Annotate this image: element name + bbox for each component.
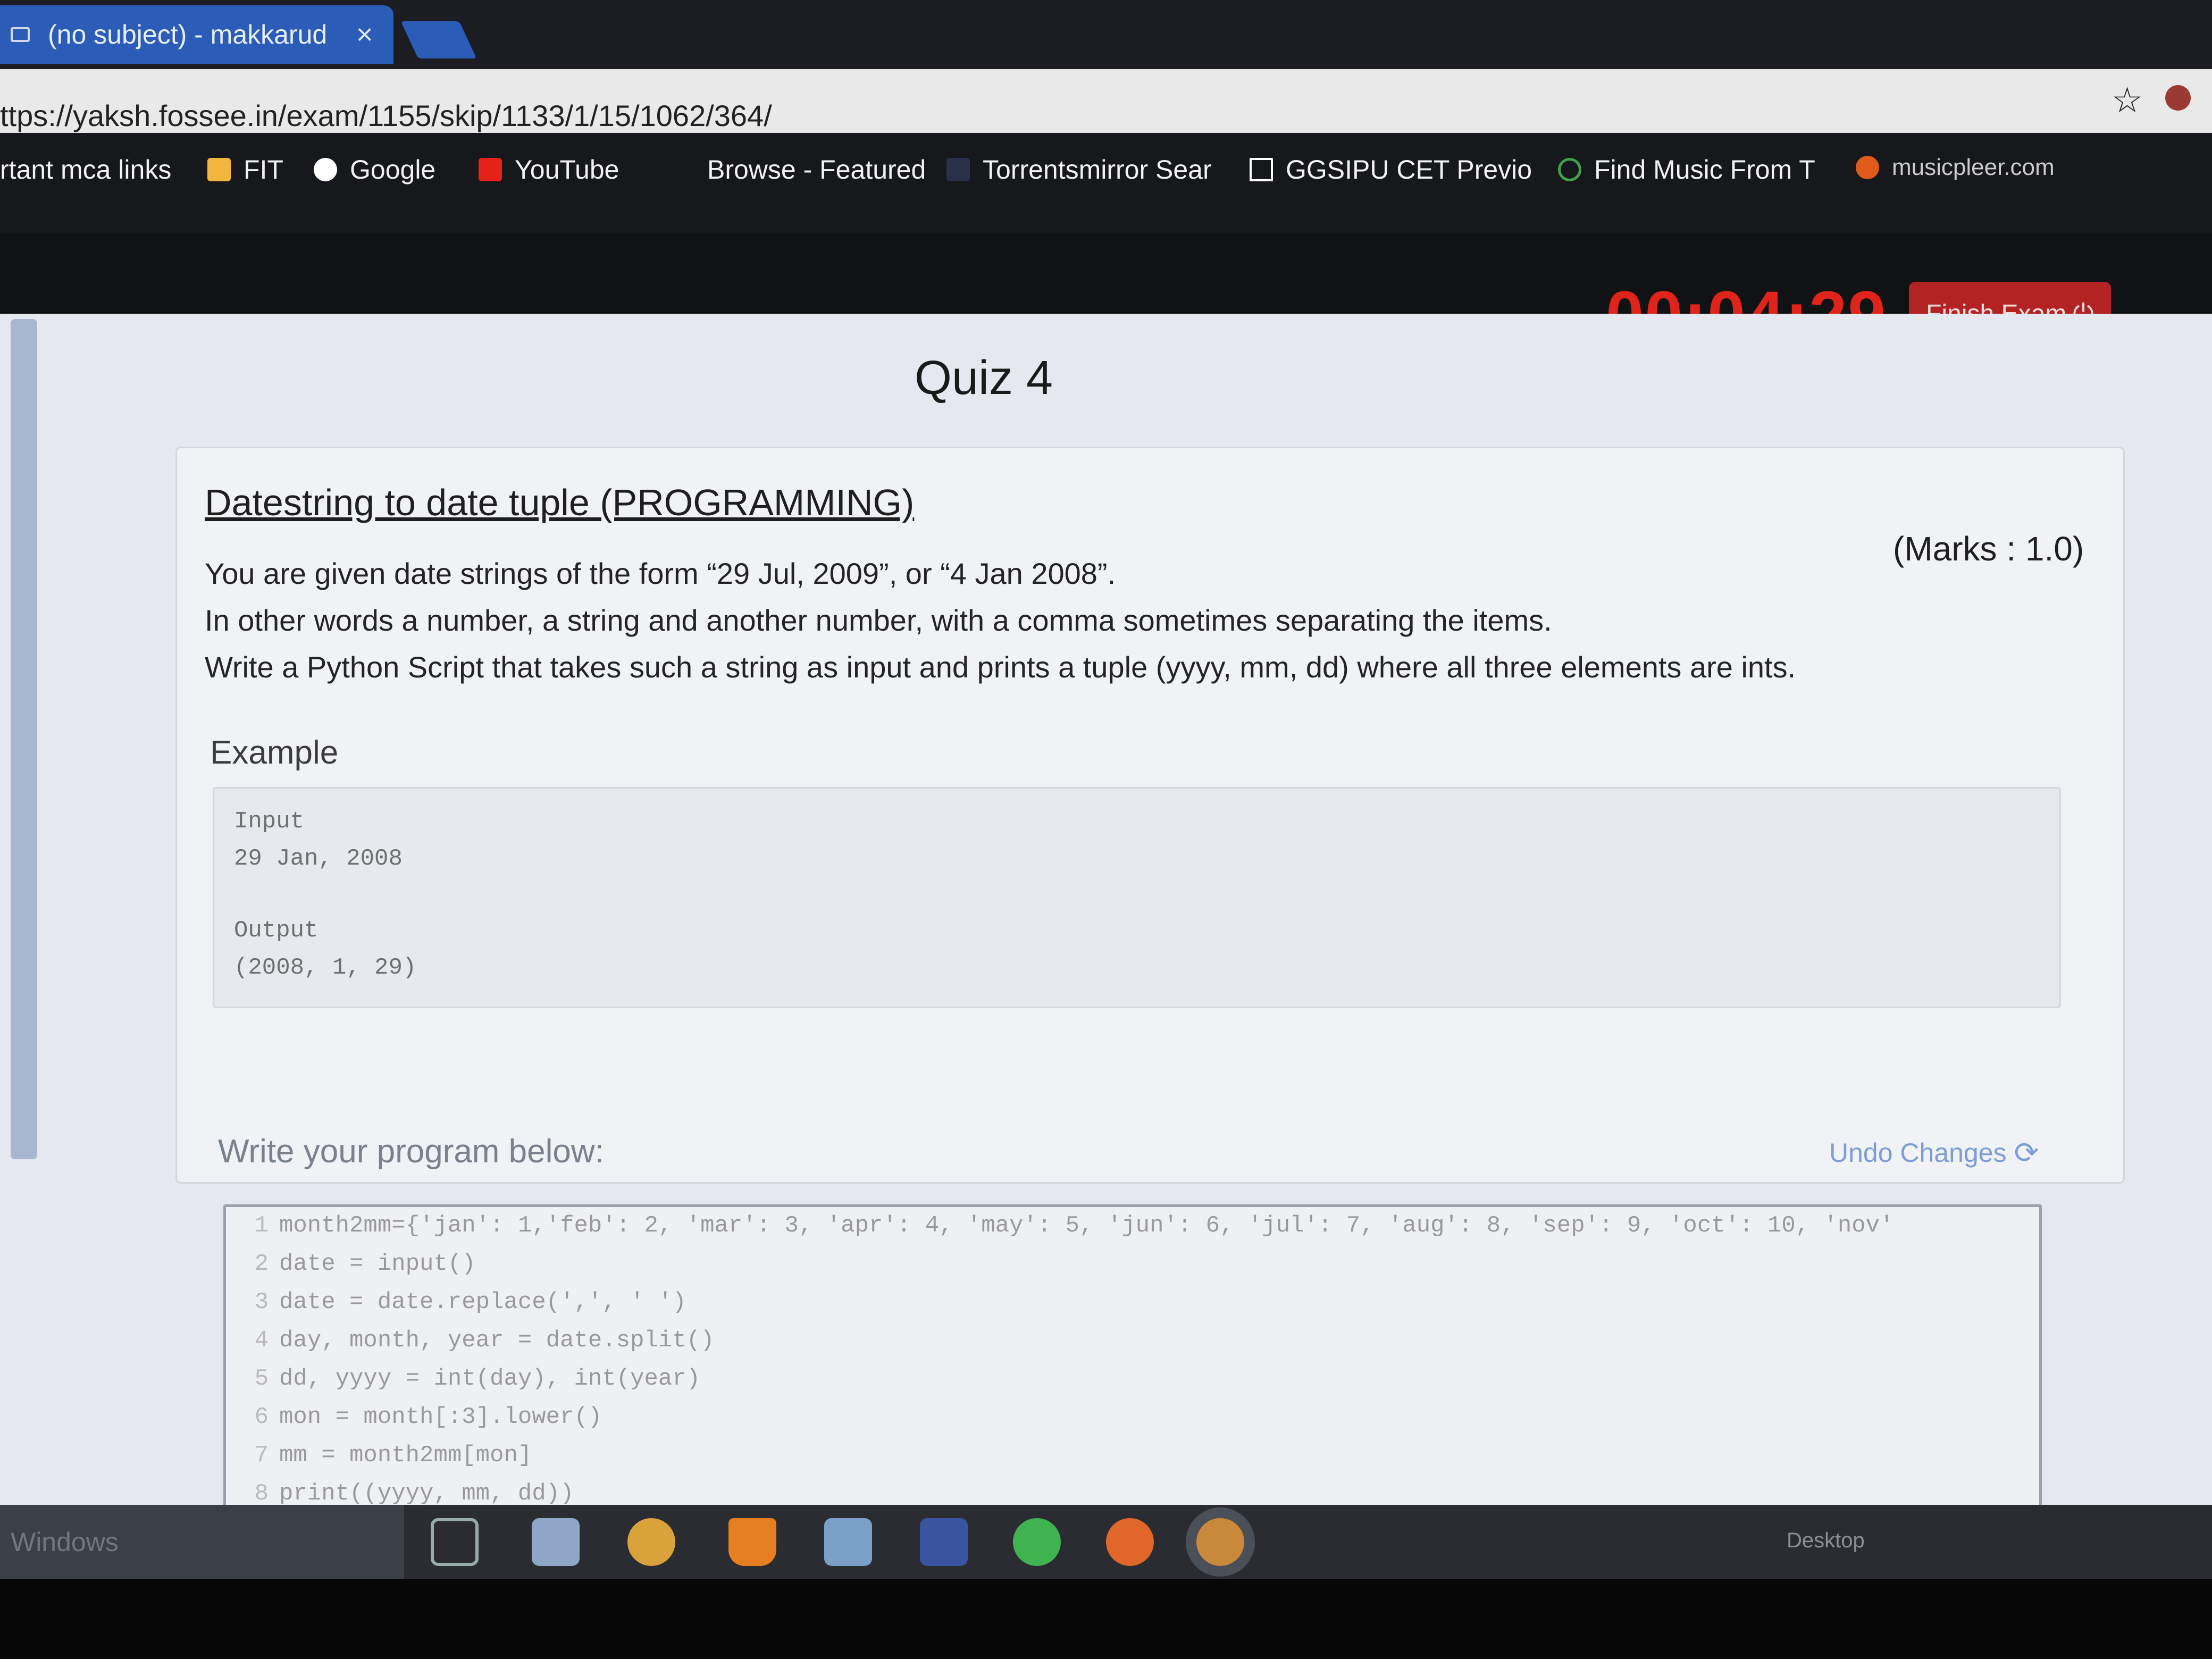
extension-icon[interactable] bbox=[2165, 85, 2191, 111]
tab-title: (no subject) - makkarud bbox=[48, 20, 328, 49]
chrome-active-icon[interactable] bbox=[1196, 1518, 1244, 1566]
google-icon bbox=[314, 158, 337, 181]
refresh-icon: ⟳ bbox=[2014, 1136, 2039, 1169]
code-line[interactable]: 5 dd, yyyy = int(day), int(year) bbox=[226, 1365, 701, 1392]
url-text[interactable]: ttps://yaksh.fossee.in/exam/1155/skip/11… bbox=[0, 98, 772, 133]
chrome-icon[interactable] bbox=[627, 1518, 675, 1566]
bookmark-item[interactable]: Torrentsmirror Sear bbox=[946, 154, 1212, 185]
vlc-icon[interactable] bbox=[728, 1518, 776, 1566]
code-line[interactable]: 6 mon = month[:3].lower() bbox=[226, 1404, 602, 1430]
task-view-icon[interactable] bbox=[431, 1518, 479, 1566]
code-line[interactable]: 8 print((yyyy, mm, dd)) bbox=[226, 1480, 574, 1507]
close-icon[interactable]: × bbox=[356, 18, 373, 51]
media-player-icon[interactable] bbox=[920, 1518, 968, 1566]
folder-icon bbox=[207, 158, 231, 181]
mail-icon bbox=[11, 27, 30, 42]
whatsapp-icon[interactable] bbox=[1013, 1518, 1061, 1566]
monitor-bezel bbox=[0, 1579, 2212, 1659]
code-line[interactable]: 7 mm = month2mm[mon] bbox=[226, 1442, 532, 1469]
youtube-icon bbox=[479, 158, 502, 181]
firefox-icon[interactable] bbox=[1106, 1518, 1154, 1566]
code-line[interactable]: 4 day, month, year = date.split() bbox=[226, 1327, 715, 1354]
code-line[interactable]: 2 date = input() bbox=[226, 1251, 476, 1277]
question-description: You are given date strings of the form “… bbox=[205, 550, 1906, 691]
tab-strip: (no subject) - makkarud × bbox=[0, 0, 2212, 69]
description-line: Write a Python Script that takes such a … bbox=[205, 650, 1796, 684]
site-icon bbox=[946, 158, 970, 181]
code-editor[interactable]: 1 month2mm={'jan': 1,'feb': 2, 'mar': 3, … bbox=[223, 1204, 2042, 1529]
editor-prompt: Write your program below: bbox=[218, 1133, 604, 1170]
browser-tab[interactable]: (no subject) - makkarud × bbox=[0, 5, 393, 64]
quiz-title: Quiz 4 bbox=[915, 351, 1053, 405]
code-line[interactable]: 3 date = date.replace(',', ' ') bbox=[226, 1289, 686, 1316]
bookmark-item[interactable]: Google bbox=[314, 154, 435, 185]
headphones-icon bbox=[1856, 156, 1879, 179]
tray-desktop-label[interactable]: Desktop bbox=[1787, 1529, 1865, 1553]
description-line: In other words a number, a string and an… bbox=[205, 604, 1552, 637]
bookmark-item[interactable]: rtant mca links bbox=[0, 154, 171, 185]
question-marks: (Marks : 1.0) bbox=[1893, 530, 2084, 568]
bookmark-item[interactable]: YouTube bbox=[479, 154, 619, 185]
undo-changes-button[interactable]: Undo Changes ⟳ bbox=[1829, 1135, 2039, 1170]
example-heading: Example bbox=[210, 734, 339, 771]
bookmark-item[interactable]: FIT bbox=[207, 154, 283, 185]
bookmark-item[interactable]: GGSIPU CET Previo bbox=[1250, 154, 1532, 185]
code-line[interactable]: 1 month2mm={'jan': 1,'feb': 2, 'mar': 3, … bbox=[226, 1212, 1894, 1239]
example-box bbox=[213, 787, 2061, 1008]
bookmark-item[interactable]: Browse - Featured bbox=[707, 154, 926, 185]
bookmark-star-icon[interactable]: ☆ bbox=[2112, 80, 2143, 121]
start-button[interactable]: Windows bbox=[0, 1505, 404, 1579]
bookmark-item[interactable]: musicpleer.com bbox=[1856, 154, 2055, 181]
bookmark-item[interactable]: Find Music From T bbox=[1558, 154, 1815, 185]
photos-icon[interactable] bbox=[824, 1518, 872, 1566]
description-line: You are given date strings of the form “… bbox=[205, 557, 1116, 590]
scrollbar[interactable] bbox=[11, 319, 37, 1159]
example-output-label: Output bbox=[234, 917, 319, 944]
example-input-value: 29 Jan, 2008 bbox=[234, 845, 403, 872]
page-icon bbox=[1250, 158, 1273, 181]
bookmarks-bar: rtant mca links FIT Google YouTube Brows… bbox=[0, 133, 2212, 234]
example-output-value: (2008, 1, 29) bbox=[234, 954, 417, 981]
question-title: Datestring to date tuple (PROGRAMMING) bbox=[205, 482, 915, 523]
new-tab-button[interactable] bbox=[400, 21, 477, 58]
file-explorer-icon[interactable] bbox=[532, 1518, 580, 1566]
example-input-label: Input bbox=[234, 808, 305, 835]
circle-icon bbox=[1558, 158, 1581, 181]
